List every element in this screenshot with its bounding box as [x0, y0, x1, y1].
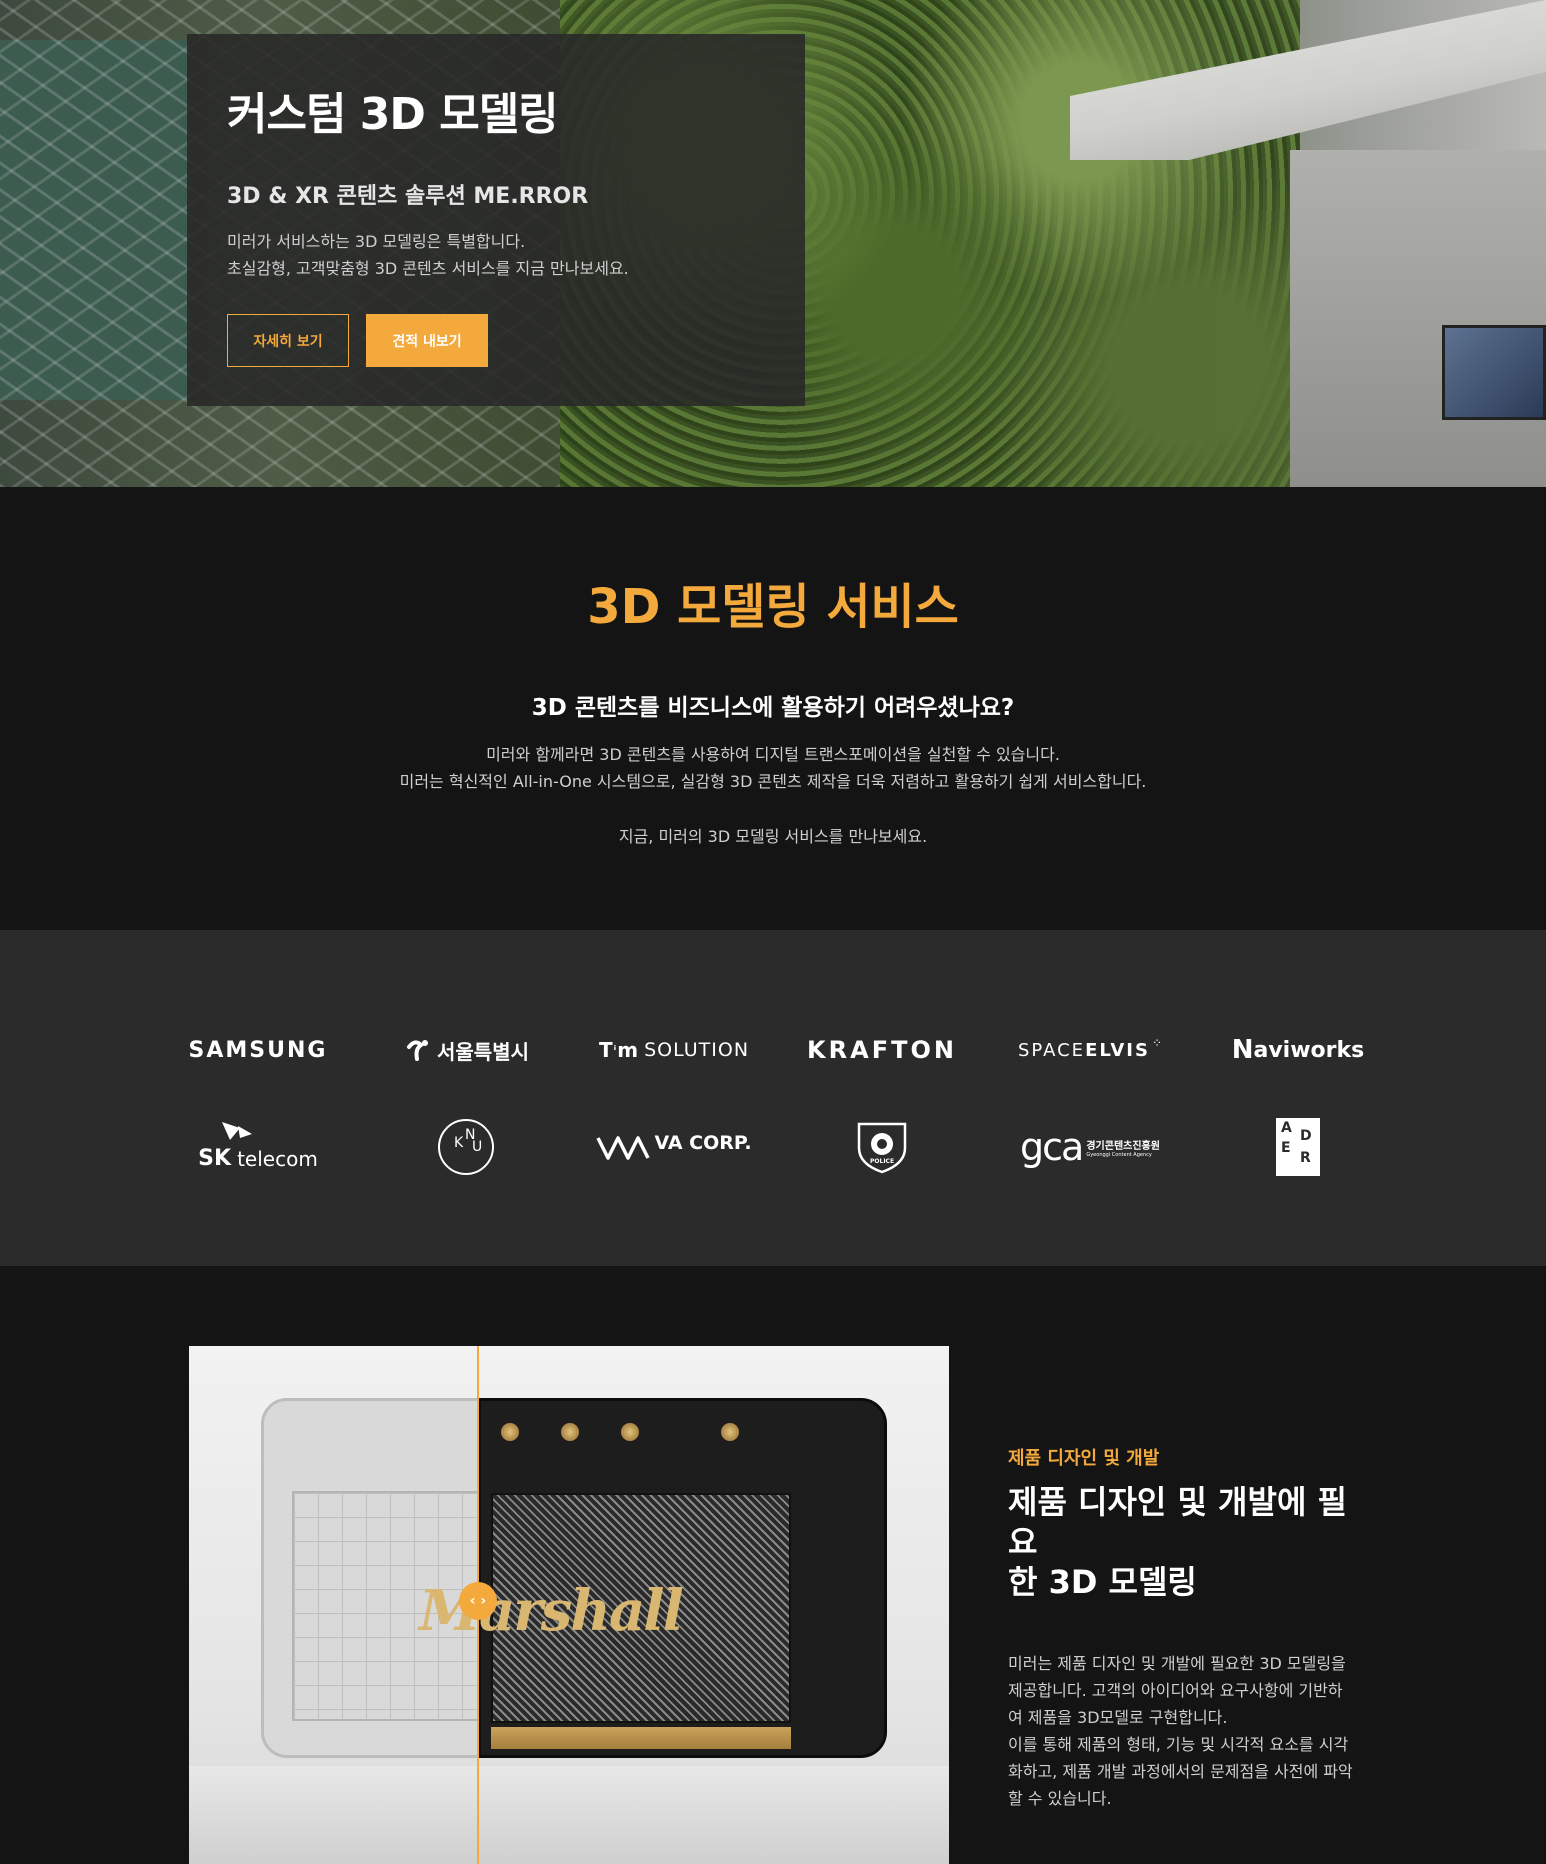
aedr-letter: E [1281, 1140, 1291, 1156]
quote-button[interactable]: 견적 내보기 [366, 314, 488, 367]
seoul-swirl-icon [407, 1040, 428, 1061]
product-desc-line: 여 제품을 3D모델로 구현합니다. [1008, 1708, 1228, 1727]
aedr-letter: A [1281, 1120, 1292, 1136]
logo-samsung: SAMSUNG [168, 1015, 348, 1085]
product-desc-line: 제공합니다. 고객의 아이디어와 요구사항에 기반하 [1008, 1681, 1343, 1700]
hero-description: 미러가 서비스하는 3D 모델링은 특별합니다. 초실감형, 고객맞춤형 3D … [227, 228, 629, 282]
logo-naviworks: N aviworks [1208, 1015, 1388, 1085]
product-desc-line: 이를 통해 제품의 형태, 기능 및 시각적 요소를 시각 [1008, 1735, 1349, 1754]
logo-police: POLICE [792, 1112, 972, 1182]
hero-content-box: 커스텀 3D 모델링 3D & XR 콘텐츠 솔루션 ME.RROR 미러가 서… [187, 34, 805, 406]
client-logos: SAMSUNG 서울특별시 T ⁱ m SOLUTION KRAFTON SPA… [0, 930, 1546, 1266]
logo-samsung-text: SAMSUNG [188, 1037, 328, 1063]
knu-emblem-icon: K N U [438, 1119, 494, 1175]
logo-spaceelvis-dots-icon: ⁘ [1151, 1036, 1163, 1050]
service-cta-text: 지금, 미러의 3D 모델링 서비스를 만나보세요. [618, 827, 928, 846]
knu-letter: K [454, 1135, 464, 1151]
hero-title: 커스텀 3D 모델링 [227, 89, 559, 140]
logo-tim-dot-icon: ⁱ [613, 1043, 617, 1057]
logo-tim-prefix: T [598, 1038, 613, 1062]
speaker-knob-icon [721, 1423, 739, 1441]
logo-naviworks-text: aviworks [1253, 1037, 1365, 1063]
service-question: 3D 콘텐츠를 비즈니스에 활용하기 어려우셨나요? [531, 695, 1015, 721]
speaker-knob-icon [621, 1423, 639, 1441]
logo-tim-solution: T ⁱ m SOLUTION [584, 1015, 764, 1085]
hero-banner: 커스텀 3D 모델링 3D & XR 콘텐츠 솔루션 ME.RROR 미러가 서… [0, 0, 1546, 487]
police-badge-icon [857, 1122, 907, 1174]
product-description: 미러는 제품 디자인 및 개발에 필요한 3D 모델링을 제공합니다. 고객의 … [1008, 1650, 1368, 1812]
product-desc-line: 화하고, 제품 개발 과정에서의 문제점을 사전에 파악 [1008, 1762, 1353, 1781]
logo-gca-kr-text: 경기콘텐츠진흥원 [1086, 1140, 1160, 1152]
logo-sk-text: SK [198, 1145, 232, 1171]
logo-gca-mark: gca [1020, 1125, 1084, 1169]
sk-butterfly-icon [222, 1122, 252, 1140]
logo-gca-en-text: Gyeonggi Content Agency [1086, 1151, 1152, 1158]
service-desc-line: 미러와 함께라면 3D 콘텐츠를 사용하여 디지털 트랜스포메이션을 실천할 수… [486, 745, 1060, 764]
service-desc-line: 미러는 혁신적인 All-in-One 시스템으로, 실감형 3D 콘텐츠 제작… [399, 772, 1147, 791]
logo-vacorp: VA CORP. [584, 1112, 764, 1182]
logo-vacorp-text: VA CORP. [654, 1132, 752, 1154]
logo-aedr: A D E R [1208, 1112, 1388, 1182]
logo-elvis-text: ELVIS [1085, 1039, 1150, 1061]
logo-police-text: POLICE [870, 1158, 895, 1165]
product-title-line: 한 3D 모델링 [1008, 1563, 1197, 1601]
product-eyebrow: 제품 디자인 및 개발 [1008, 1448, 1160, 1469]
service-title: 3D 모델링 서비스 [587, 579, 959, 635]
product-text-block: 제품 디자인 및 개발 제품 디자인 및 개발에 필요 한 3D 모델링 미러는… [1008, 1444, 1368, 1812]
logo-sktelecom: SK telecom [168, 1112, 348, 1182]
hero-desc-line: 초실감형, 고객맞춤형 3D 콘텐츠 서비스를 지금 만나보세요. [227, 259, 629, 278]
product-pedestal [189, 1766, 949, 1864]
service-section: 3D 모델링 서비스 3D 콘텐츠를 비즈니스에 활용하기 어려우셨나요? 미러… [0, 487, 1546, 930]
logo-krafton: KRAFTON [792, 1015, 972, 1085]
speaker-brand-logo: Marshall [419, 1578, 684, 1644]
hero-subtitle: 3D & XR 콘텐츠 솔루션 ME.RROR [227, 184, 589, 209]
aedr-letter: R [1300, 1150, 1311, 1166]
logo-gca-text-block: 경기콘텐츠진흥원 Gyeonggi Content Agency [1086, 1137, 1160, 1158]
hero-bg-pillar [1290, 150, 1546, 487]
speaker-gold-strip [491, 1727, 791, 1749]
details-button[interactable]: 자세히 보기 [227, 314, 349, 367]
speaker-knob-icon [501, 1423, 519, 1441]
logo-seoul: 서울특별시 [376, 1015, 556, 1085]
knu-letter: U [472, 1139, 483, 1155]
product-title-line: 제품 디자인 및 개발에 필요 [1008, 1483, 1347, 1561]
service-description: 미러와 함께라면 3D 콘텐츠를 사용하여 디지털 트랜스포메이션을 실천할 수… [0, 741, 1546, 795]
logo-spaceelvis: SPACE ELVIS ⁘ [1000, 1015, 1180, 1085]
logo-tim-text: SOLUTION [644, 1039, 750, 1061]
hero-bg-screen [1442, 325, 1546, 420]
aedr-block-icon: A D E R [1276, 1118, 1320, 1176]
logo-seoul-text: 서울특별시 [437, 1039, 529, 1064]
compare-slider-handle-icon[interactable]: ‹ › [459, 1582, 497, 1620]
product-title: 제품 디자인 및 개발에 필요 한 3D 모델링 [1008, 1482, 1368, 1602]
product-compare-image[interactable]: Marshall ‹ › [189, 1346, 949, 1864]
speaker-knob-icon [561, 1423, 579, 1441]
product-desc-line: 미러는 제품 디자인 및 개발에 필요한 3D 모델링을 [1008, 1654, 1346, 1673]
logo-telecom-text: telecom [237, 1147, 318, 1171]
logo-tim-mid: m [617, 1038, 639, 1062]
vacorp-mark-icon [596, 1136, 651, 1160]
product-design-section: Marshall ‹ › 제품 디자인 및 개발 제품 디자인 및 개발에 필요… [0, 1266, 1546, 1864]
logo-knu: K N U [376, 1112, 556, 1182]
aedr-letter: D [1300, 1128, 1312, 1144]
product-desc-line: 할 수 있습니다. [1008, 1789, 1112, 1808]
logo-gca: gca 경기콘텐츠진흥원 Gyeonggi Content Agency [1000, 1112, 1180, 1182]
logo-naviworks-prefix: N [1231, 1035, 1254, 1065]
logo-space-text: SPACE [1017, 1039, 1086, 1061]
logo-krafton-text: KRAFTON [807, 1036, 957, 1064]
hero-desc-line: 미러가 서비스하는 3D 모델링은 특별합니다. [227, 232, 526, 251]
